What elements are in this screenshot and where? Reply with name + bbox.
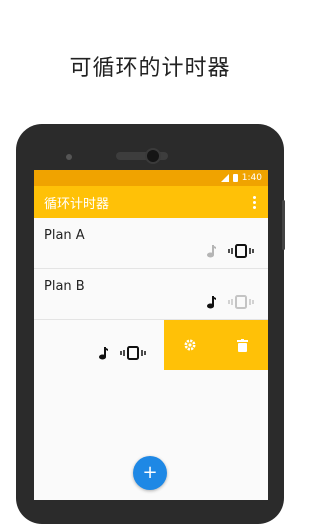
plan-item[interactable]: Plan A	[34, 218, 268, 269]
vibrate-icon[interactable]	[228, 244, 254, 258]
music-note-icon[interactable]	[206, 244, 216, 258]
plan-item-swiped[interactable]	[34, 320, 268, 370]
plan-name: Plan A	[44, 228, 85, 243]
swipe-actions	[164, 320, 268, 370]
vibrate-icon[interactable]	[228, 295, 254, 309]
plan-item[interactable]: Plan B	[34, 269, 268, 320]
music-note-icon[interactable]	[98, 346, 108, 360]
delete-icon[interactable]	[231, 334, 253, 356]
add-plan-button[interactable]: +	[133, 456, 167, 490]
phone-screen: 1:40 循环计时器 Plan A Plan B +	[34, 170, 268, 500]
more-vert-icon[interactable]	[251, 192, 258, 213]
signal-icon	[220, 174, 229, 182]
music-note-icon[interactable]	[206, 295, 216, 309]
app-bar: 循环计时器	[34, 186, 268, 218]
app-title: 循环计时器	[44, 196, 110, 212]
settings-icon[interactable]	[179, 334, 201, 356]
vibrate-icon[interactable]	[120, 346, 146, 360]
promo-headline: 可循环的计时器	[69, 56, 231, 81]
status-bar: 1:40	[34, 170, 268, 186]
plan-name: Plan B	[44, 279, 85, 294]
volume-button	[282, 200, 285, 250]
battery-icon	[232, 174, 238, 182]
status-time: 1:40	[241, 173, 262, 183]
sensor	[66, 154, 72, 160]
front-camera	[145, 148, 161, 164]
